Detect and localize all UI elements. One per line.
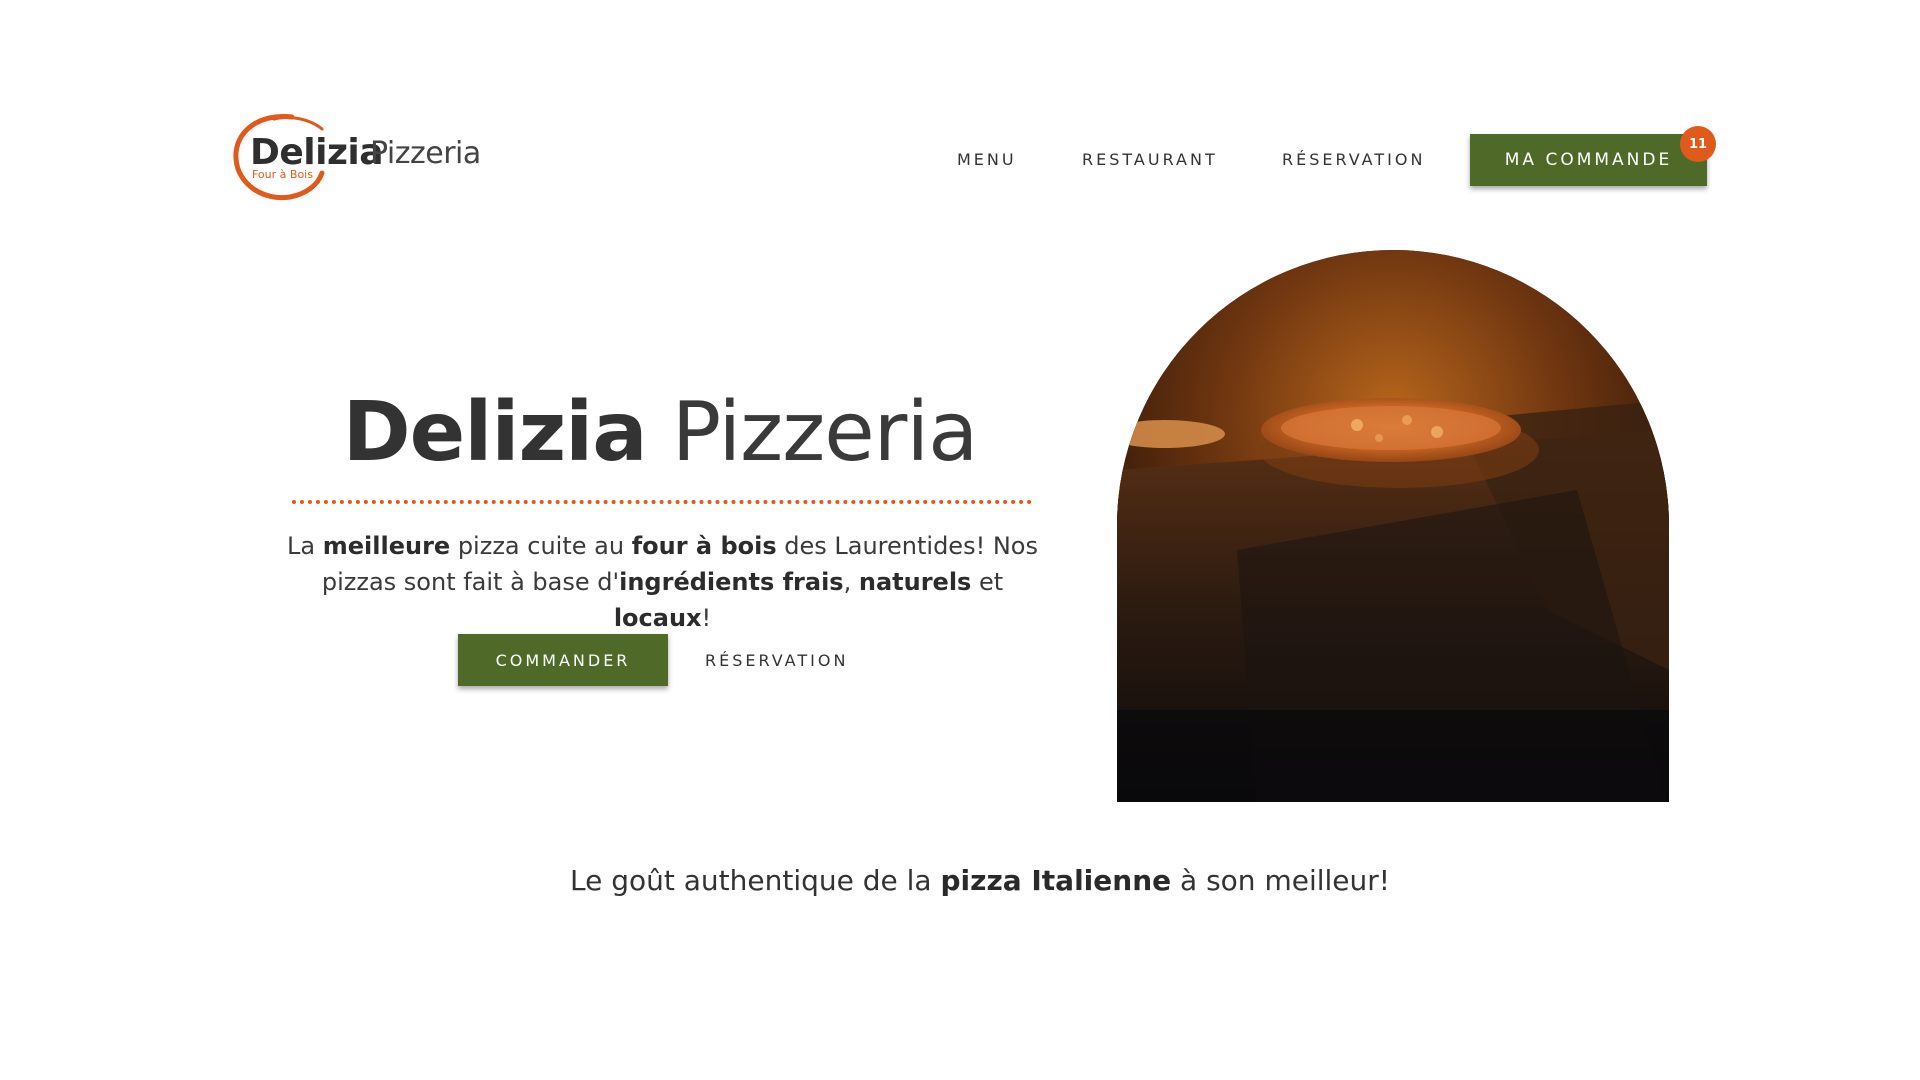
- desc-bold: meilleure: [322, 532, 451, 560]
- hero-title-light: Pizzeria: [671, 385, 979, 480]
- tagline-bold: pizza Italienne: [940, 864, 1172, 897]
- my-order-button[interactable]: MA COMMANDE: [1470, 134, 1707, 186]
- desc-text: !: [701, 604, 712, 632]
- nav-menu-link[interactable]: MENU: [957, 150, 1017, 169]
- tagline-text: Le goût authentique de la: [569, 864, 941, 897]
- logo-name-light: Pizzeria: [370, 136, 481, 171]
- hero-title: Delizia Pizzeria: [290, 385, 1030, 480]
- desc-text: pizza cuite au: [450, 532, 632, 560]
- dotted-divider: [292, 500, 1032, 504]
- reservation-link[interactable]: RÉSERVATION: [705, 651, 848, 670]
- desc-text: La: [287, 532, 323, 560]
- wood-fired-oven-pizza-image: [1117, 250, 1669, 802]
- logo-name-bold: Delizia: [250, 132, 384, 173]
- desc-text: et: [971, 568, 1004, 596]
- hero-description: La meilleure pizza cuite au four à bois …: [280, 528, 1045, 636]
- commander-button[interactable]: COMMANDER: [458, 634, 668, 686]
- tagline: Le goût authentique de la pizza Italienn…: [0, 864, 1920, 897]
- hero-title-bold: Delizia: [342, 385, 648, 480]
- nav-reservation-link[interactable]: RÉSERVATION: [1282, 150, 1425, 169]
- desc-bold: naturels: [858, 568, 972, 596]
- desc-bold: locaux: [613, 604, 702, 632]
- tagline-text: à son meilleur!: [1171, 864, 1390, 897]
- nav-restaurant-link[interactable]: RESTAURANT: [1082, 150, 1218, 169]
- order-count-badge: 11: [1680, 126, 1716, 162]
- desc-bold: four à bois: [631, 532, 777, 560]
- logo-subtitle: Four à Bois: [252, 168, 313, 181]
- page: Delizia Pizzeria Four à Bois MENU RESTAU…: [0, 0, 1920, 1080]
- desc-text: ,: [843, 568, 859, 596]
- desc-bold: ingrédients frais: [619, 568, 844, 596]
- oven-illustration: [1117, 250, 1669, 802]
- brand-logo[interactable]: Delizia Pizzeria Four à Bois: [230, 113, 490, 203]
